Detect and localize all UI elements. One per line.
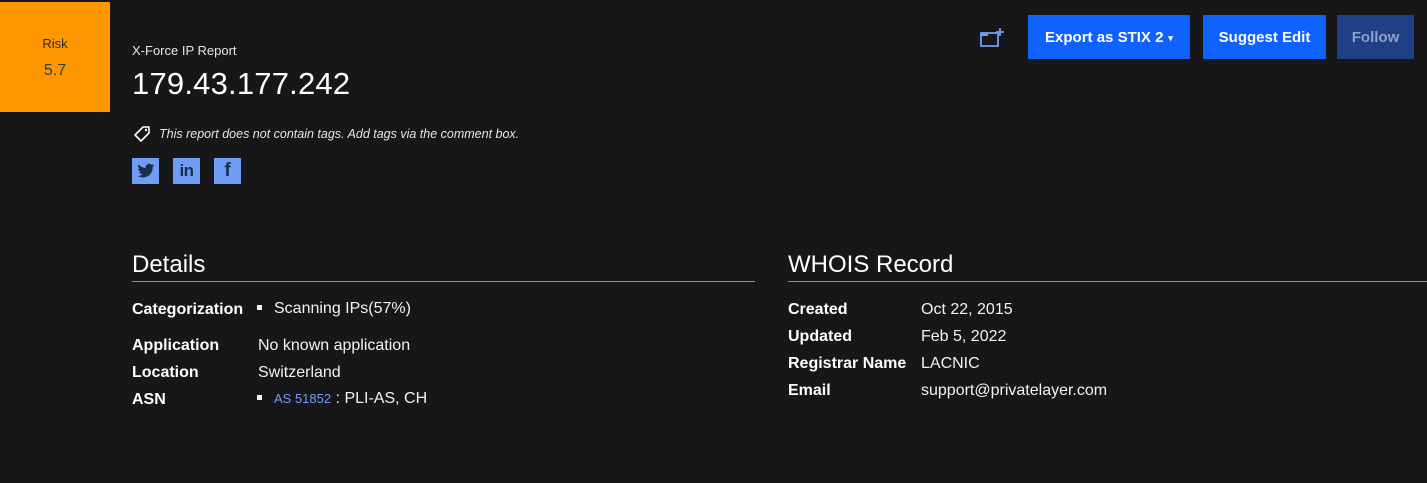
categorization-label: Categorization	[132, 301, 244, 318]
bullet	[257, 305, 262, 310]
twitter-icon	[137, 163, 154, 178]
whois-divider	[788, 281, 1427, 282]
export-stix-label: Export as STIX 2	[1045, 28, 1164, 46]
follow-button[interactable]: Follow	[1337, 15, 1414, 59]
application-value: No known application	[258, 337, 411, 354]
details-heading: Details	[132, 251, 206, 278]
location-value: Switzerland	[258, 364, 341, 381]
page-title: 179.43.177.242	[132, 66, 351, 101]
facebook-share-button[interactable]: f	[214, 158, 241, 184]
application-label: Application	[132, 337, 220, 354]
add-to-collection-button[interactable]	[979, 27, 1005, 49]
email-label: Email	[788, 382, 831, 399]
twitter-share-button[interactable]	[132, 158, 159, 184]
asn-label: ASN	[132, 391, 166, 408]
created-value: Oct 22, 2015	[921, 301, 1013, 318]
add-to-collection-icon	[980, 28, 1004, 47]
chevron-down-icon: ▾	[1168, 32, 1173, 43]
email-value: support@privatelayer.com	[921, 382, 1108, 399]
asn-value: AS 51852 : PLI-AS, CH	[257, 390, 427, 408]
location-label: Location	[132, 364, 199, 381]
risk-badge: Risk 5.7	[0, 2, 110, 112]
facebook-icon: f	[224, 160, 231, 181]
tags-note: This report does not contain tags. Add t…	[159, 127, 520, 141]
risk-score: 5.7	[43, 62, 67, 79]
categorization-value: Scanning IPs(57%)	[257, 300, 411, 318]
updated-value: Feb 5, 2022	[921, 328, 1007, 345]
details-divider	[132, 281, 755, 282]
created-label: Created	[788, 301, 848, 318]
registrar-value: LACNIC	[921, 355, 980, 372]
whois-heading: WHOIS Record	[788, 251, 954, 278]
updated-label: Updated	[788, 328, 852, 345]
linkedin-icon: in	[179, 161, 194, 180]
report-type: X-Force IP Report	[132, 43, 237, 58]
asn-link[interactable]: AS 51852	[274, 391, 331, 406]
export-stix-button[interactable]: Export as STIX 2 ▾	[1028, 15, 1190, 59]
suggest-edit-button[interactable]: Suggest Edit	[1203, 15, 1326, 59]
tags-row: This report does not contain tags. Add t…	[132, 124, 519, 144]
suggest-edit-label: Suggest Edit	[1218, 28, 1311, 46]
categorization-text: Scanning IPs(57%)	[274, 300, 411, 317]
bullet	[257, 395, 262, 400]
tag-icon	[132, 124, 152, 144]
follow-label: Follow	[1351, 28, 1400, 46]
social-share: in f	[132, 158, 255, 184]
registrar-label: Registrar Name	[788, 355, 907, 372]
linkedin-share-button[interactable]: in	[173, 158, 200, 184]
risk-label: Risk	[42, 36, 68, 51]
asn-suffix: : PLI-AS, CH	[331, 390, 428, 407]
